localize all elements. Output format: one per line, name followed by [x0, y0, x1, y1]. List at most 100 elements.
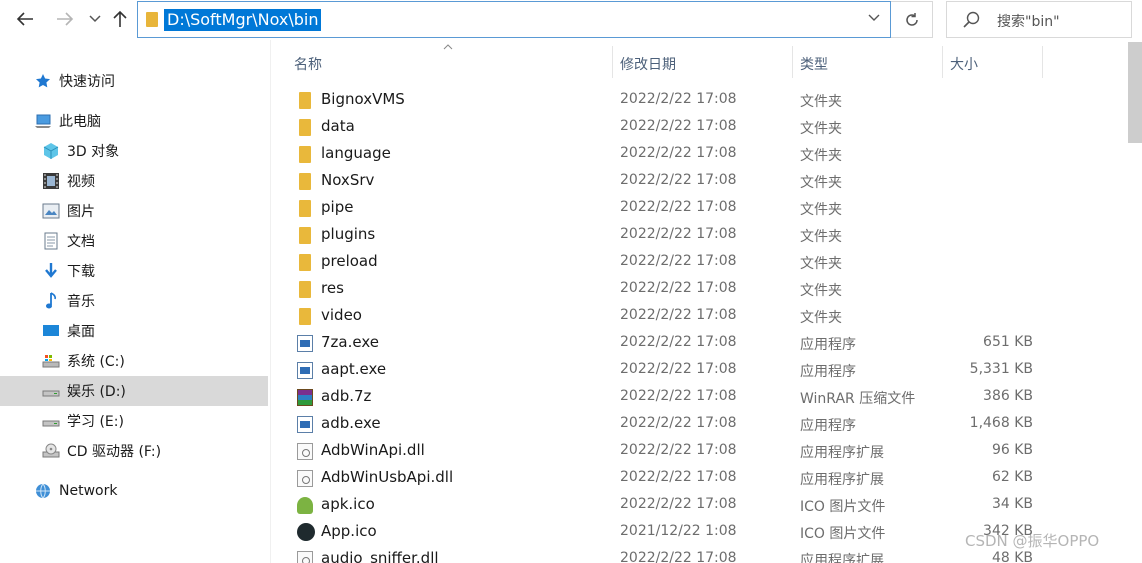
sidebar-item-label: 娱乐 (D:): [67, 384, 126, 400]
file-row[interactable]: video 2022/2/22 17:08 文件夹: [271, 303, 1131, 330]
file-row[interactable]: NoxSrv 2022/2/22 17:08 文件夹: [271, 168, 1131, 195]
drive-icon: [42, 413, 60, 429]
navigation-bar: D:\SoftMgr\Nox\bin 搜索"bin": [0, 0, 1142, 40]
sidebar-item-label: CD 驱动器 (F:): [67, 444, 162, 460]
column-header-date[interactable]: 修改日期: [620, 54, 676, 74]
file-row[interactable]: BignoxVMS 2022/2/22 17:08 文件夹: [271, 87, 1131, 114]
address-path[interactable]: D:\SoftMgr\Nox\bin: [164, 9, 322, 31]
file-row[interactable]: AdbWinUsbApi.dll 2022/2/22 17:08 应用程序扩展 62 …: [271, 465, 1131, 492]
file-name: audio_sniffer.dll: [321, 549, 439, 563]
refresh-button[interactable]: [891, 1, 933, 38]
drive-icon: [42, 383, 60, 399]
up-button[interactable]: [109, 8, 131, 30]
sidebar-item-label: 图片: [67, 204, 95, 220]
file-row[interactable]: adb.exe 2022/2/22 17:08 应用程序 1,468 KB: [271, 411, 1131, 438]
nox-app-icon: [297, 523, 315, 541]
music-icon: [42, 292, 60, 309]
file-size: 386 KB: [983, 388, 1033, 404]
application-icon: [297, 362, 313, 379]
file-name: adb.exe: [321, 414, 381, 432]
search-input[interactable]: 搜索"bin": [997, 11, 1060, 31]
file-row[interactable]: AdbWinApi.dll 2022/2/22 17:08 应用程序扩展 96 KB: [271, 438, 1131, 465]
file-modified-date: 2022/2/22 17:08: [620, 496, 737, 512]
sidebar-item-downloads[interactable]: 下载: [0, 256, 268, 286]
dll-file-icon: [297, 551, 313, 563]
back-button[interactable]: [14, 8, 36, 30]
chevron-down-icon: [89, 15, 101, 23]
sidebar-item-videos[interactable]: 视频: [0, 166, 268, 196]
sidebar-item-drive-d[interactable]: 娱乐 (D:): [0, 376, 268, 406]
sidebar-item-quick-access[interactable]: 快速访问: [0, 66, 268, 96]
recent-locations-button[interactable]: [84, 8, 106, 30]
file-row[interactable]: 7za.exe 2022/2/22 17:08 应用程序 651 KB: [271, 330, 1131, 357]
dll-file-icon: [297, 470, 313, 487]
file-type: 文件夹: [800, 94, 842, 110]
file-modified-date: 2022/2/22 17:08: [620, 361, 737, 377]
column-separator[interactable]: [942, 46, 943, 78]
file-row[interactable]: language 2022/2/22 17:08 文件夹: [271, 141, 1131, 168]
file-modified-date: 2022/2/22 17:08: [620, 415, 737, 431]
column-header-type[interactable]: 类型: [800, 54, 828, 74]
sidebar-item-3d-objects[interactable]: 3D 对象: [0, 136, 268, 166]
system-drive-icon: [42, 353, 60, 369]
forward-button[interactable]: [54, 8, 76, 30]
file-size: 1,468 KB: [969, 415, 1033, 431]
file-name: data: [321, 117, 355, 135]
file-name: preload: [321, 252, 378, 270]
sidebar-item-pictures[interactable]: 图片: [0, 196, 268, 226]
folder-icon: [299, 146, 311, 163]
file-modified-date: 2022/2/22 17:08: [620, 334, 737, 350]
sidebar-item-music[interactable]: 音乐: [0, 286, 268, 316]
search-box[interactable]: 搜索"bin": [946, 1, 1132, 38]
column-header-size[interactable]: 大小: [950, 54, 978, 74]
sidebar-item-label: 学习 (E:): [67, 414, 124, 430]
folder-icon: [299, 254, 311, 271]
file-row[interactable]: data 2022/2/22 17:08 文件夹: [271, 114, 1131, 141]
file-type: 文件夹: [800, 310, 842, 326]
download-icon: [42, 263, 60, 279]
file-modified-date: 2022/2/22 17:08: [620, 91, 737, 107]
file-type: 文件夹: [800, 202, 842, 218]
sidebar-item-label: 系统 (C:): [67, 354, 125, 370]
file-row[interactable]: aapt.exe 2022/2/22 17:08 应用程序 5,331 KB: [271, 357, 1131, 384]
file-list-pane: 名称 修改日期 类型 大小 BignoxVMS 2022/2/22 17:08 文件…: [271, 40, 1142, 563]
sidebar-item-desktop[interactable]: 桌面: [0, 316, 268, 346]
3d-objects-icon: [42, 143, 60, 159]
sidebar-item-network[interactable]: Network: [0, 476, 268, 506]
address-bar[interactable]: D:\SoftMgr\Nox\bin: [137, 1, 891, 38]
file-type: 应用程序扩展: [800, 472, 884, 488]
file-name: NoxSrv: [321, 171, 375, 189]
column-header-name[interactable]: 名称: [294, 54, 322, 74]
file-modified-date: 2022/2/22 17:08: [620, 145, 737, 161]
file-row[interactable]: pipe 2022/2/22 17:08 文件夹: [271, 195, 1131, 222]
file-row[interactable]: plugins 2022/2/22 17:08 文件夹: [271, 222, 1131, 249]
sidebar-item-cd-drive[interactable]: CD 驱动器 (F:): [0, 436, 268, 466]
column-separator[interactable]: [612, 46, 613, 78]
application-icon: [297, 335, 313, 352]
sidebar-item-drive-e[interactable]: 学习 (E:): [0, 406, 268, 436]
vertical-scrollbar-thumb[interactable]: [1128, 42, 1142, 143]
file-row[interactable]: preload 2022/2/22 17:08 文件夹: [271, 249, 1131, 276]
file-modified-date: 2022/2/22 17:08: [620, 253, 737, 269]
search-icon: [963, 11, 980, 28]
sidebar-item-label: 音乐: [67, 294, 95, 310]
file-modified-date: 2022/2/22 17:08: [620, 442, 737, 458]
sidebar-item-label: 快速访问: [59, 74, 115, 90]
sidebar-item-this-pc[interactable]: 此电脑: [0, 106, 268, 136]
file-modified-date: 2022/2/22 17:08: [620, 307, 737, 323]
address-dropdown-button[interactable]: [868, 11, 880, 26]
file-row[interactable]: apk.ico 2022/2/22 17:08 ICO 图片文件 34 KB: [271, 492, 1131, 519]
file-row[interactable]: adb.7z 2022/2/22 17:08 WinRAR 压缩文件 386 KB: [271, 384, 1131, 411]
sidebar-item-drive-c[interactable]: 系统 (C:): [0, 346, 268, 376]
file-type: 文件夹: [800, 283, 842, 299]
file-modified-date: 2022/2/22 17:08: [620, 280, 737, 296]
sidebar-item-documents[interactable]: 文档: [0, 226, 268, 256]
sidebar-item-label: 视频: [67, 174, 95, 190]
column-separator[interactable]: [1042, 46, 1043, 78]
file-size: 5,331 KB: [969, 361, 1033, 377]
file-row[interactable]: res 2022/2/22 17:08 文件夹: [271, 276, 1131, 303]
column-separator[interactable]: [792, 46, 793, 78]
application-icon: [297, 416, 313, 433]
file-name: apk.ico: [321, 495, 375, 513]
folder-icon: [299, 227, 311, 244]
